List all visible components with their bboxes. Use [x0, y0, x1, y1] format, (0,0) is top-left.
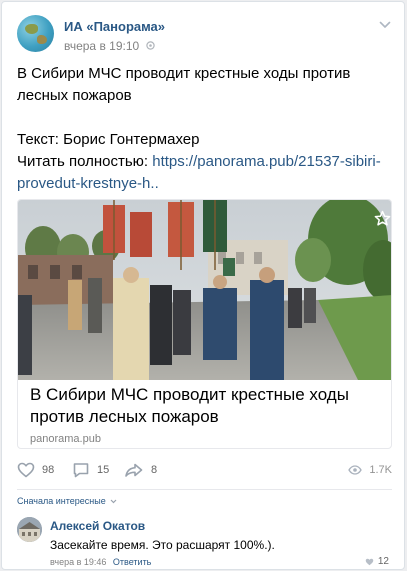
comment-time[interactable]: вчера в 19:46 — [50, 557, 106, 567]
eye-icon — [348, 465, 363, 475]
pin-icon — [146, 41, 155, 50]
share-button[interactable]: 8 — [124, 460, 157, 480]
comment-author-link[interactable]: Алексей Окатов — [50, 519, 145, 533]
view-count: 1.7K — [369, 464, 392, 476]
post-text: В Сибири МЧС проводит крестные ходы прот… — [17, 63, 395, 195]
article-link-continued[interactable]: provedut-krestnye-h.. — [17, 175, 159, 192]
commenter-avatar[interactable] — [17, 517, 42, 542]
group-name-link[interactable]: ИА «Панорама» — [64, 19, 165, 34]
share-count: 8 — [151, 464, 158, 476]
comments-sort-label: Сначала интересные — [17, 496, 106, 506]
views-counter: 1.7K — [348, 460, 392, 480]
comment-like-count: 12 — [377, 556, 389, 567]
link-attachment[interactable]: В Сибири МЧС проводит крестные ходы прот… — [17, 199, 392, 449]
comments-sort-toggle[interactable]: Сначала интересные — [17, 496, 117, 506]
read-more-label: Читать полностью: — [17, 153, 153, 170]
reply-button[interactable]: Ответить — [113, 557, 151, 567]
read-more-line: Читать полностью: https://panorama.pub/2… — [17, 151, 395, 173]
comment-icon — [73, 463, 89, 478]
like-count: 98 — [42, 464, 55, 476]
group-avatar[interactable] — [17, 15, 54, 52]
comment-text: Засекайте время. Это расшарят 100%.). — [50, 538, 275, 552]
post-actions-bar: 98 15 8 1.7K — [17, 460, 392, 480]
post-time[interactable]: вчера в 19:10 — [64, 39, 139, 53]
article-photo[interactable] — [18, 200, 392, 380]
comment-meta: вчера в 19:46 Ответить — [50, 557, 151, 567]
chevron-down-icon[interactable] — [379, 21, 391, 29]
share-arrow-icon — [125, 463, 143, 477]
heart-icon — [365, 558, 374, 565]
chevron-down-icon — [110, 499, 117, 503]
article-link[interactable]: https://panorama.pub/21537-sibiri- — [152, 153, 380, 170]
post-card: ИА «Панорама» вчера в 19:10 В Сибири МЧС… — [1, 1, 405, 570]
attachment-domain: panorama.pub — [30, 433, 101, 445]
post-author-line: Текст: Борис Гонтермахер — [17, 131, 200, 148]
comment-button[interactable]: 15 — [72, 460, 109, 480]
comment-count: 15 — [97, 464, 110, 476]
heart-icon — [17, 462, 35, 478]
post-text-line: лесных пожаров — [17, 87, 132, 104]
like-button[interactable]: 98 — [17, 460, 54, 480]
star-icon[interactable] — [374, 210, 391, 227]
attachment-title[interactable]: В Сибири МЧС проводит крестные ходы прот… — [30, 384, 380, 428]
post-text-line: В Сибири МЧС проводит крестные ходы прот… — [17, 65, 351, 82]
attachment-title-line: против лесных пожаров — [30, 407, 219, 426]
comment-like-button[interactable]: 12 — [365, 556, 389, 567]
attachment-title-line: В Сибири МЧС проводит крестные ходы — [30, 385, 349, 404]
divider — [17, 489, 392, 490]
